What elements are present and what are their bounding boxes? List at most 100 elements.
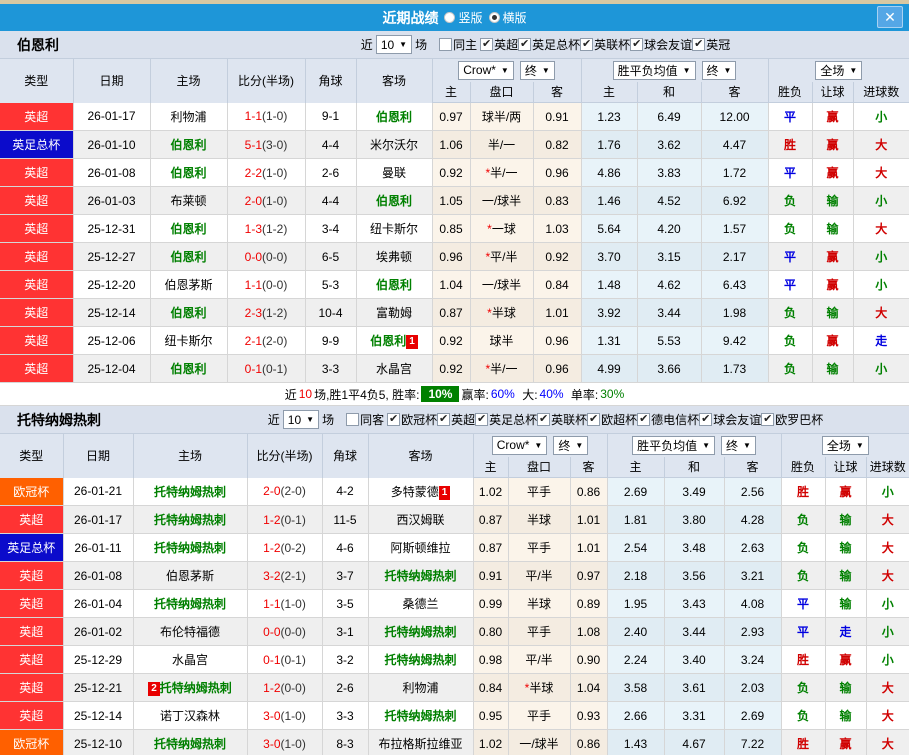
radio-checked-icon[interactable]: [488, 12, 500, 23]
wdl-result: 胜: [781, 477, 826, 506]
competition-checkbox[interactable]: 球会友谊: [630, 36, 692, 53]
goals-result: 大: [866, 729, 909, 755]
team-label: 利物浦: [170, 109, 207, 124]
checkbox-unchecked-icon[interactable]: [346, 413, 360, 426]
handicap-away-odds: 0.86: [570, 477, 608, 506]
checkbox-checked-icon[interactable]: [699, 413, 713, 426]
recent-results-window: 近期战绩 竖版 横版 ✕ 伯恩利 近 10▼ 场 同主 英超英足: [0, 0, 909, 755]
competition-checkbox[interactable]: 英联杯: [537, 411, 587, 428]
score-cell: 1-2(0-1): [247, 505, 323, 534]
avg-select[interactable]: 胜平负均值 ▼: [612, 60, 696, 80]
competition-checkbox[interactable]: 英足总杯: [518, 36, 580, 53]
league-type-cell: 英超: [0, 214, 74, 243]
competition-checkbox[interactable]: 欧罗巴杯: [761, 411, 823, 428]
competition-checkbox[interactable]: 德电信杯: [637, 411, 699, 428]
same-side-checkbox[interactable]: 同客: [346, 411, 384, 428]
team-label: 埃弗顿: [375, 250, 412, 264]
competition-checkbox[interactable]: 球会友谊: [699, 411, 761, 428]
near-count-select[interactable]: 10 ▼: [375, 35, 413, 54]
match-row: 英超 26-01-03 布莱顿 2-0(1-0) 4-4 伯恩利 1.05 一/球半 0.83 1…: [0, 186, 909, 215]
checkbox-checked-icon[interactable]: [475, 413, 489, 426]
score-cell: 0-0(0-0): [227, 242, 306, 271]
score-cell: 1-2(0-2): [247, 533, 323, 562]
near-count-select[interactable]: 10 ▼: [282, 410, 320, 429]
handicap-result: 赢: [825, 645, 867, 674]
competition-checkbox[interactable]: 欧超杯: [587, 411, 637, 428]
match-date-cell: 26-01-02: [63, 617, 134, 646]
team-label: 托特纳姆热刺: [153, 513, 226, 527]
fulltime-score: 5-1: [244, 137, 262, 152]
layout-radio-horizontal[interactable]: 横版: [488, 9, 527, 26]
handicap-home-odds: 0.87: [432, 298, 471, 327]
col-wdl: 胜负: [781, 456, 826, 478]
avg-group-header: 胜平负均值 ▼ 终 ▼: [581, 58, 769, 82]
final-select[interactable]: 终 ▼: [553, 435, 589, 455]
competition-checkbox[interactable]: 英冠: [692, 36, 730, 53]
win-pct: 60%: [490, 387, 515, 401]
checkbox-checked-icon[interactable]: [692, 38, 706, 51]
final-select[interactable]: 终 ▼: [519, 60, 555, 80]
avg-away-odds: 7.22: [724, 729, 782, 755]
halftime-score: (0-2): [280, 540, 306, 555]
checkbox-checked-icon[interactable]: [480, 38, 494, 51]
avg-away-odds: 4.47: [701, 130, 769, 159]
handicap-away-odds: 0.93: [570, 701, 608, 730]
same-side-checkbox[interactable]: 同主: [439, 36, 477, 53]
checkbox-checked-icon[interactable]: [637, 413, 651, 426]
competition-checkbox[interactable]: 英足总杯: [475, 411, 537, 428]
competition-checkbox[interactable]: 英联杯: [580, 36, 630, 53]
score-cell: 5-1(3-0): [227, 130, 306, 159]
chevron-down-icon: ▼: [849, 65, 858, 75]
away-team-cell: 阿斯顿维拉: [368, 533, 474, 562]
match-row: 英超 25-12-27 伯恩利 0-0(0-0) 6-5 埃弗顿 0.96 *平/半 0.92 3…: [0, 242, 909, 271]
handicap-away-odds: 0.97: [570, 561, 608, 590]
team-label: 伯恩利: [170, 138, 207, 152]
col-corner: 角球: [305, 58, 357, 103]
team-label: 托特纳姆热刺: [384, 625, 457, 639]
checkbox-checked-icon[interactable]: [387, 413, 401, 426]
layout-radio-vertical[interactable]: 竖版: [444, 9, 483, 26]
avg-home-odds: 3.58: [607, 673, 665, 702]
team-label: 诺丁汉森林: [159, 709, 220, 723]
avg-draw-odds: 4.20: [637, 214, 702, 243]
handicap-away-odds: 0.96: [533, 326, 582, 355]
final-select[interactable]: 终 ▼: [701, 60, 737, 80]
scope-select[interactable]: 全场 ▼: [815, 60, 863, 80]
avg-select[interactable]: 胜平负均值 ▼: [632, 435, 716, 455]
radio-icon[interactable]: [444, 12, 456, 23]
away-team-cell: 伯恩利: [356, 270, 433, 299]
match-date-cell: 26-01-21: [63, 477, 134, 506]
handicap-line: *半/一: [470, 158, 534, 187]
checkbox-checked-icon[interactable]: [587, 413, 601, 426]
avg-home-odds: 4.86: [581, 158, 638, 187]
handicap-line: 半/一: [470, 130, 534, 159]
odds-source-select[interactable]: Crow* ▼: [458, 60, 514, 80]
close-button[interactable]: ✕: [877, 6, 903, 28]
handicap-away-odds: 0.92: [533, 242, 582, 271]
handicap-result: 赢: [825, 477, 867, 506]
competition-checkbox[interactable]: 英超: [480, 36, 518, 53]
odds-source-select[interactable]: Crow* ▼: [491, 435, 548, 455]
scope-select[interactable]: 全场 ▼: [821, 435, 869, 455]
checkbox-checked-icon[interactable]: [580, 38, 594, 51]
checkbox-checked-icon[interactable]: [630, 38, 644, 51]
league-type-cell: 英超: [0, 186, 74, 215]
final-select[interactable]: 终 ▼: [721, 435, 756, 455]
checkbox-checked-icon[interactable]: [518, 38, 532, 51]
competition-checkbox[interactable]: 欧冠杯: [387, 411, 437, 428]
checkbox-checked-icon[interactable]: [437, 413, 451, 426]
checkbox-checked-icon[interactable]: [761, 413, 775, 426]
home-team-cell: 托特纳姆热刺: [133, 533, 248, 562]
checkbox-checked-icon[interactable]: [537, 413, 551, 426]
chevron-down-icon: ▼: [702, 440, 711, 450]
match-date-cell: 25-12-04: [73, 354, 151, 383]
halftime-score: (0-0): [280, 680, 306, 695]
team-label: 布伦特福德: [159, 625, 220, 639]
rank-badge: 2: [148, 682, 160, 696]
checkbox-unchecked-icon[interactable]: [439, 38, 453, 51]
competition-checkbox[interactable]: 英超: [437, 411, 475, 428]
match-date-cell: 26-01-11: [63, 533, 134, 562]
handicap-away-odds: 1.01: [533, 298, 582, 327]
handicap-home-odds: 0.97: [432, 102, 471, 131]
corner-cell: 10-4: [305, 298, 357, 327]
